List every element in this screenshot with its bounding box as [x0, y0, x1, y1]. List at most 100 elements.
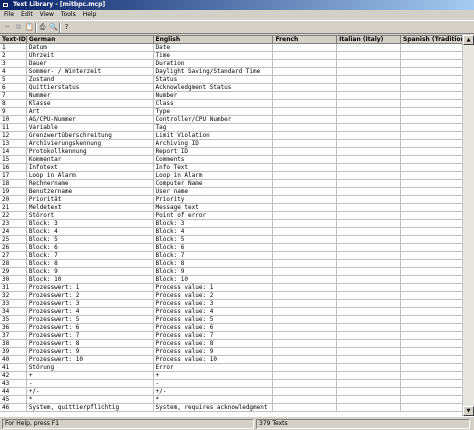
- table-row[interactable]: 40 Prozesswert: 10 Process value: 10: [0, 355, 474, 364]
- column-header[interactable]: Italian (Italy): [336, 36, 401, 44]
- text-id-cell[interactable]: 26: [0, 243, 27, 252]
- text-id-cell[interactable]: 45: [0, 395, 27, 404]
- table-row[interactable]: 23 Block: 3 Block: 3: [0, 219, 474, 228]
- text-cell[interactable]: [272, 219, 338, 228]
- table-row[interactable]: 9 Art Type: [0, 107, 474, 116]
- text-cell[interactable]: [336, 315, 401, 324]
- text-cell[interactable]: Prozesswert: 4: [26, 307, 154, 316]
- text-cell[interactable]: [272, 275, 338, 284]
- text-id-cell[interactable]: 32: [0, 291, 27, 300]
- table-row[interactable]: 7 Nummer Number: [0, 91, 474, 100]
- text-cell[interactable]: [336, 299, 401, 308]
- text-cell[interactable]: Block: 6: [153, 243, 274, 252]
- text-cell[interactable]: Uhrzeit: [26, 51, 154, 60]
- text-id-cell[interactable]: 46: [0, 403, 27, 412]
- paste-icon[interactable]: 📋: [25, 23, 34, 32]
- text-cell[interactable]: Benutzername: [26, 187, 154, 196]
- text-cell[interactable]: Message text: [153, 203, 274, 212]
- text-id-cell[interactable]: 23: [0, 219, 27, 228]
- text-cell[interactable]: [336, 267, 401, 276]
- text-cell[interactable]: Daylight Saving/Standard Time: [153, 67, 274, 76]
- table-row[interactable]: 17 Loop in Alarm Loop in Alarm: [0, 171, 474, 180]
- table-row[interactable]: 41 Störung Error: [0, 363, 474, 372]
- text-cell[interactable]: [272, 83, 338, 92]
- text-id-cell[interactable]: 38: [0, 339, 27, 348]
- table-row[interactable]: 39 Prozesswert: 9 Process value: 9: [0, 347, 474, 356]
- text-cell[interactable]: Prozesswert: 6: [26, 323, 154, 332]
- text-id-cell[interactable]: 25: [0, 235, 27, 244]
- text-cell[interactable]: Infotext: [26, 163, 154, 172]
- text-cell[interactable]: [272, 307, 338, 316]
- text-cell[interactable]: Prozesswert: 9: [26, 347, 154, 356]
- text-cell[interactable]: [272, 171, 338, 180]
- text-cell[interactable]: Info Text: [153, 163, 274, 172]
- text-cell[interactable]: Controller/CPU Number: [153, 115, 274, 124]
- text-cell[interactable]: [272, 115, 338, 124]
- table-row[interactable]: 14 Protokollkennung Report ID: [0, 147, 474, 156]
- text-cell[interactable]: [336, 259, 401, 268]
- text-cell[interactable]: Block: 8: [153, 259, 274, 268]
- text-cell[interactable]: [336, 195, 401, 204]
- text-id-cell[interactable]: 27: [0, 251, 27, 260]
- text-cell[interactable]: [336, 115, 401, 124]
- text-id-cell[interactable]: 43: [0, 379, 27, 388]
- text-cell[interactable]: Block: 7: [26, 251, 154, 260]
- text-id-cell[interactable]: 3: [0, 59, 27, 68]
- text-cell[interactable]: [336, 179, 401, 188]
- scroll-up-icon[interactable]: ▲: [463, 35, 474, 45]
- text-id-cell[interactable]: 14: [0, 147, 27, 156]
- text-cell[interactable]: [336, 339, 401, 348]
- table-row[interactable]: 25 Block: 5 Block: 5: [0, 235, 474, 244]
- table-row[interactable]: 22 Störort Point of error: [0, 211, 474, 220]
- text-id-cell[interactable]: 28: [0, 259, 27, 268]
- text-cell[interactable]: [336, 163, 401, 172]
- text-cell[interactable]: [336, 363, 401, 372]
- text-cell[interactable]: [336, 187, 401, 196]
- menu-edit[interactable]: Edit: [18, 10, 36, 20]
- text-cell[interactable]: [272, 91, 338, 100]
- text-id-cell[interactable]: 7: [0, 91, 27, 100]
- text-cell[interactable]: Prozesswert: 7: [26, 331, 154, 340]
- text-cell[interactable]: -: [26, 379, 154, 388]
- text-cell[interactable]: Process value: 5: [153, 315, 274, 324]
- text-id-cell[interactable]: 13: [0, 139, 27, 148]
- text-cell[interactable]: Block: 9: [26, 267, 154, 276]
- text-cell[interactable]: [336, 403, 401, 412]
- text-cell[interactable]: Prozesswert: 10: [26, 355, 154, 364]
- text-cell[interactable]: Prozesswert: 1: [26, 283, 154, 292]
- text-cell[interactable]: Computer Name: [153, 179, 274, 188]
- text-cell[interactable]: Duration: [153, 59, 274, 68]
- text-cell[interactable]: Priorität: [26, 195, 154, 204]
- text-cell[interactable]: [272, 123, 338, 132]
- text-cell[interactable]: Grenzwertüberschreitung: [26, 131, 154, 140]
- text-cell[interactable]: Block: 3: [153, 219, 274, 228]
- table-row[interactable]: 36 Prozesswert: 6 Process value: 6: [0, 323, 474, 332]
- text-cell[interactable]: [272, 291, 338, 300]
- table-row[interactable]: 20 Priorität Priority: [0, 195, 474, 204]
- text-cell[interactable]: [336, 91, 401, 100]
- text-cell[interactable]: [272, 347, 338, 356]
- column-header[interactable]: Text-ID: [0, 36, 27, 44]
- text-cell[interactable]: Meldetext: [26, 203, 154, 212]
- text-cell[interactable]: +/-: [153, 387, 274, 396]
- text-cell[interactable]: [336, 51, 401, 60]
- text-cell[interactable]: [272, 403, 338, 412]
- text-cell[interactable]: [272, 259, 338, 268]
- table-row[interactable]: 3 Dauer Duration: [0, 59, 474, 68]
- table-row[interactable]: 5 Zustand Status: [0, 75, 474, 84]
- text-id-cell[interactable]: 22: [0, 211, 27, 220]
- text-cell[interactable]: [272, 147, 338, 156]
- text-id-cell[interactable]: 35: [0, 315, 27, 324]
- text-id-cell[interactable]: 1: [0, 43, 27, 52]
- help-icon[interactable]: ?: [62, 23, 71, 32]
- text-cell[interactable]: [336, 83, 401, 92]
- text-cell[interactable]: [336, 227, 401, 236]
- menu-help[interactable]: Help: [80, 10, 100, 20]
- text-id-cell[interactable]: 20: [0, 195, 27, 204]
- text-id-cell[interactable]: 16: [0, 163, 27, 172]
- text-cell[interactable]: Process value: 3: [153, 299, 274, 308]
- table-row[interactable]: 1 Datum Date: [0, 43, 474, 52]
- text-cell[interactable]: [336, 371, 401, 380]
- text-id-cell[interactable]: 44: [0, 387, 27, 396]
- text-cell[interactable]: +: [153, 371, 274, 380]
